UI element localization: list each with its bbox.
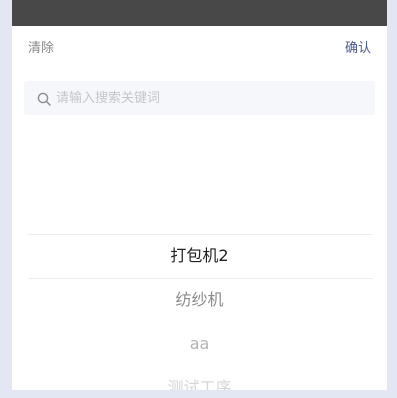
search-box[interactable] [24,81,375,115]
clear-button[interactable]: 清除 [28,40,54,58]
picker-option-selected[interactable]: 打包机2 [12,234,387,278]
picker-option[interactable]: aa [12,322,387,366]
confirm-button[interactable]: 确认 [345,40,371,58]
picker-popup: 清除 确认 打包机2 纺纱机 aa 测试工序 [12,0,387,390]
picker-option[interactable]: 纺纱机 [12,278,387,322]
overlay-top-bar [12,0,387,26]
search-input[interactable] [56,81,366,115]
picker-column[interactable]: 打包机2 纺纱机 aa 测试工序 [12,126,387,390]
picker-option[interactable]: 测试工序 [12,366,387,390]
search-icon [37,91,51,106]
